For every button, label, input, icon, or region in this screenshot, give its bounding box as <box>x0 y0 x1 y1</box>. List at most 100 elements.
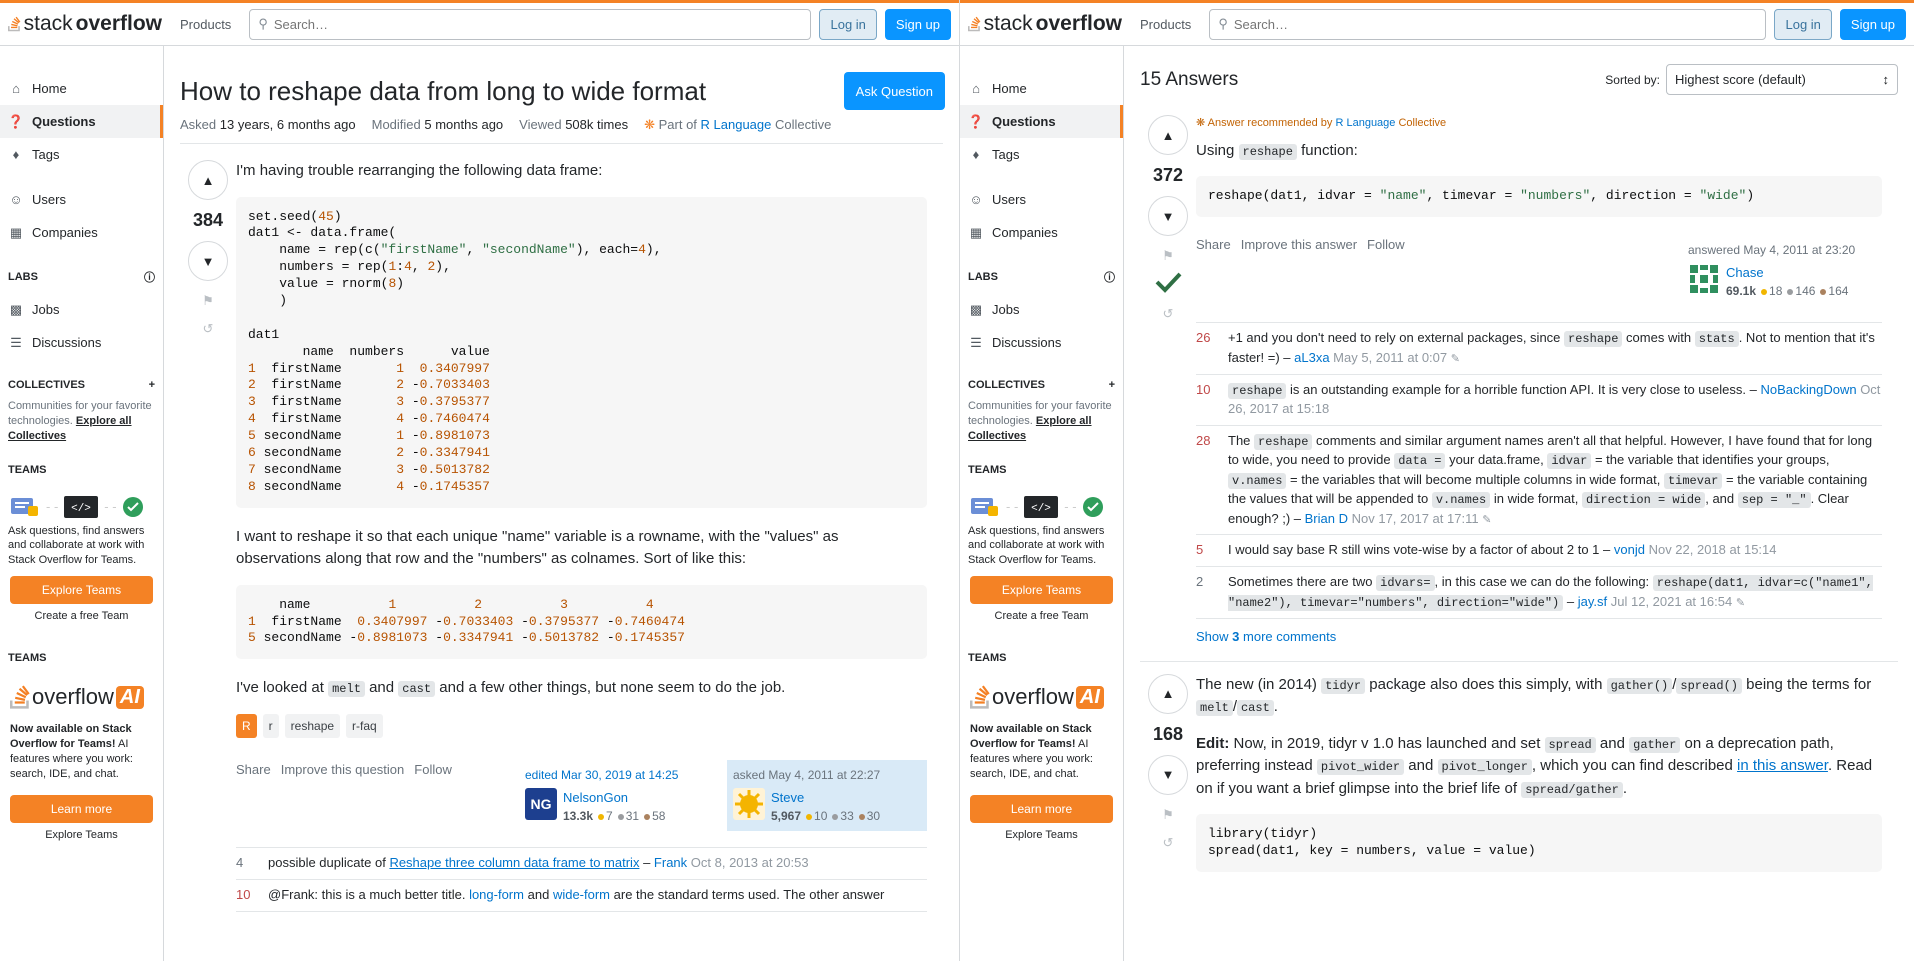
products-link[interactable]: Products <box>1130 11 1201 38</box>
history-icon[interactable]: ↺ <box>1163 835 1174 851</box>
explore-teams-link[interactable]: Explore Teams <box>960 829 1123 841</box>
tag-r-faq[interactable]: r-faq <box>346 713 383 738</box>
history-icon[interactable]: ↺ <box>203 321 214 337</box>
nav-questions[interactable]: ❓ Questions <box>960 105 1123 138</box>
search-box[interactable]: ⚲ <box>1209 8 1767 40</box>
edited-link[interactable]: edited Mar 30, 2019 at 14:25 <box>525 766 713 784</box>
plus-icon[interactable]: + <box>1109 379 1115 391</box>
question-meta: Asked 13 years, 6 months ago Modified 5 … <box>180 117 943 144</box>
search-input[interactable] <box>1233 16 1758 32</box>
nav-discussions-label: Discussions <box>32 335 102 350</box>
avatar[interactable]: NG <box>525 787 557 820</box>
answered-date: answered May 4, 2011 at 23:20 <box>1688 242 1856 257</box>
code-icon: </> <box>1024 495 1059 518</box>
comment-link[interactable]: wide-form <box>553 887 610 902</box>
learn-more-button[interactable]: Learn more <box>970 795 1113 824</box>
answer-link[interactable]: in this answer <box>1737 757 1828 774</box>
nav-users[interactable]: ☺ Users <box>960 183 1123 216</box>
tag-reshape[interactable]: reshape <box>284 713 341 738</box>
follow-link[interactable]: Follow <box>414 760 452 780</box>
login-button[interactable]: Log in <box>819 8 877 40</box>
asker-name[interactable]: Steve <box>771 790 804 805</box>
question-title[interactable]: How to reshape data from long to wide fo… <box>180 76 943 107</box>
share-link[interactable]: Share <box>236 760 271 780</box>
bookmark-icon[interactable]: ⚑ <box>1162 807 1174 823</box>
teams-heading: TEAMS <box>8 463 47 476</box>
stackoverflow-logo[interactable]: stack overflow <box>8 9 162 39</box>
signup-button[interactable]: Sign up <box>1839 8 1906 40</box>
nav-discussions[interactable]: ☰ Discussions <box>960 326 1123 359</box>
answers-main: 15 Answers Sorted by: Highest score (def… <box>1124 46 1914 961</box>
comment-user[interactable]: aL3xa <box>1294 350 1329 365</box>
nav-tags[interactable]: ♦ Tags <box>0 138 163 171</box>
improve-answer-link[interactable]: Improve this answer <box>1241 235 1357 255</box>
explore-teams-button[interactable]: Explore Teams <box>970 576 1113 605</box>
ask-question-button[interactable]: Ask Question <box>843 72 945 110</box>
nav-jobs[interactable]: ▩ Jobs <box>960 293 1123 326</box>
follow-link[interactable]: Follow <box>1367 235 1405 255</box>
nav-companies[interactable]: ▦ Companies <box>960 216 1123 249</box>
answers-count: 15 Answers <box>1140 68 1239 90</box>
accepted-check-icon <box>1155 272 1182 293</box>
downvote-button[interactable]: ▼ <box>188 241 228 281</box>
info-icon[interactable]: ⓘ <box>1104 269 1115 285</box>
logo-text-overflow: overflow <box>75 12 162 35</box>
upvote-button[interactable]: ▲ <box>188 160 228 200</box>
improve-question-link[interactable]: Improve this question <box>281 760 405 780</box>
nav-home[interactable]: ⌂ Home <box>0 72 163 105</box>
login-button[interactable]: Log in <box>1774 8 1832 40</box>
plus-icon[interactable]: + <box>149 379 155 391</box>
search-input[interactable] <box>273 16 803 32</box>
info-icon[interactable]: ⓘ <box>144 269 155 285</box>
comment-link[interactable]: Reshape three column data frame to matri… <box>389 855 639 870</box>
bookmark-icon[interactable]: ⚑ <box>1162 248 1174 264</box>
signup-button[interactable]: Sign up <box>884 8 951 40</box>
comment-user[interactable]: Frank <box>654 855 687 870</box>
share-link[interactable]: Share <box>1196 235 1231 255</box>
comment-user[interactable]: Brian D <box>1305 511 1348 526</box>
nav-users[interactable]: ☺ Users <box>0 183 163 216</box>
nav-home[interactable]: ⌂ Home <box>960 72 1123 105</box>
tag-r[interactable]: r <box>262 713 279 738</box>
collectives-heading: COLLECTIVES + <box>968 379 1115 391</box>
collective-badge[interactable]: ❋ Part of R Language Collective <box>644 117 831 133</box>
comment-user[interactable]: NoBackingDown <box>1760 382 1856 397</box>
comment-link[interactable]: long-form <box>469 887 524 902</box>
comment-user[interactable]: jay.sf <box>1578 594 1607 609</box>
explore-teams-link[interactable]: Explore Teams <box>0 829 163 841</box>
create-team-link[interactable]: Create a free Team <box>960 610 1123 622</box>
r-collective-badge[interactable]: R <box>236 713 257 738</box>
downvote-button[interactable]: ▼ <box>1148 754 1188 795</box>
answerer-name[interactable]: Chase <box>1726 265 1764 280</box>
sort-select[interactable]: Highest score (default) ↕ <box>1666 64 1898 95</box>
bookmark-icon[interactable]: ⚑ <box>202 293 214 309</box>
upvote-button[interactable]: ▲ <box>1148 673 1188 714</box>
nav-discussions[interactable]: ☰ Discussions <box>0 326 163 359</box>
create-team-link[interactable]: Create a free Team <box>0 610 163 622</box>
history-icon[interactable]: ↺ <box>1163 306 1174 322</box>
logo-text-overflow: overflow <box>1035 12 1122 35</box>
answer-paragraph: Using reshape function: <box>1196 141 1358 160</box>
learn-more-button[interactable]: Learn more <box>10 795 153 824</box>
recommended-collective-link[interactable]: R Language <box>1335 117 1395 129</box>
nav-companies[interactable]: ▦ Companies <box>0 216 163 249</box>
nav-tags[interactable]: ♦ Tags <box>960 138 1123 171</box>
avatar[interactable] <box>1688 262 1720 295</box>
stackoverflow-logo[interactable]: stack overflow <box>968 9 1122 39</box>
comment-user[interactable]: vonjd <box>1614 542 1645 557</box>
answer-post: ▲ 372 ▼ ⚑ ↺ ❋ Answer recommended by R La… <box>1140 115 1898 655</box>
overflow-ai-logo: overflow AI <box>960 672 1123 716</box>
avatar[interactable] <box>733 787 765 820</box>
editor-name[interactable]: NelsonGon <box>563 790 628 805</box>
search-box[interactable]: ⚲ <box>249 8 812 40</box>
explore-teams-button[interactable]: Explore Teams <box>10 576 153 605</box>
show-more-comments-link[interactable]: Show 3 more comments <box>1196 619 1882 655</box>
top-bar: stackoverflow Products ⚲ Log in Sign up <box>960 0 1914 46</box>
downvote-button[interactable]: ▼ <box>1148 196 1188 236</box>
stackoverflow-logo-icon <box>8 16 21 32</box>
upvote-button[interactable]: ▲ <box>1148 115 1188 155</box>
nav-jobs[interactable]: ▩ Jobs <box>0 293 163 326</box>
products-link[interactable]: Products <box>170 11 241 38</box>
nav-questions[interactable]: ❓ Questions <box>0 105 163 138</box>
svg-text:</>: </> <box>71 503 91 515</box>
